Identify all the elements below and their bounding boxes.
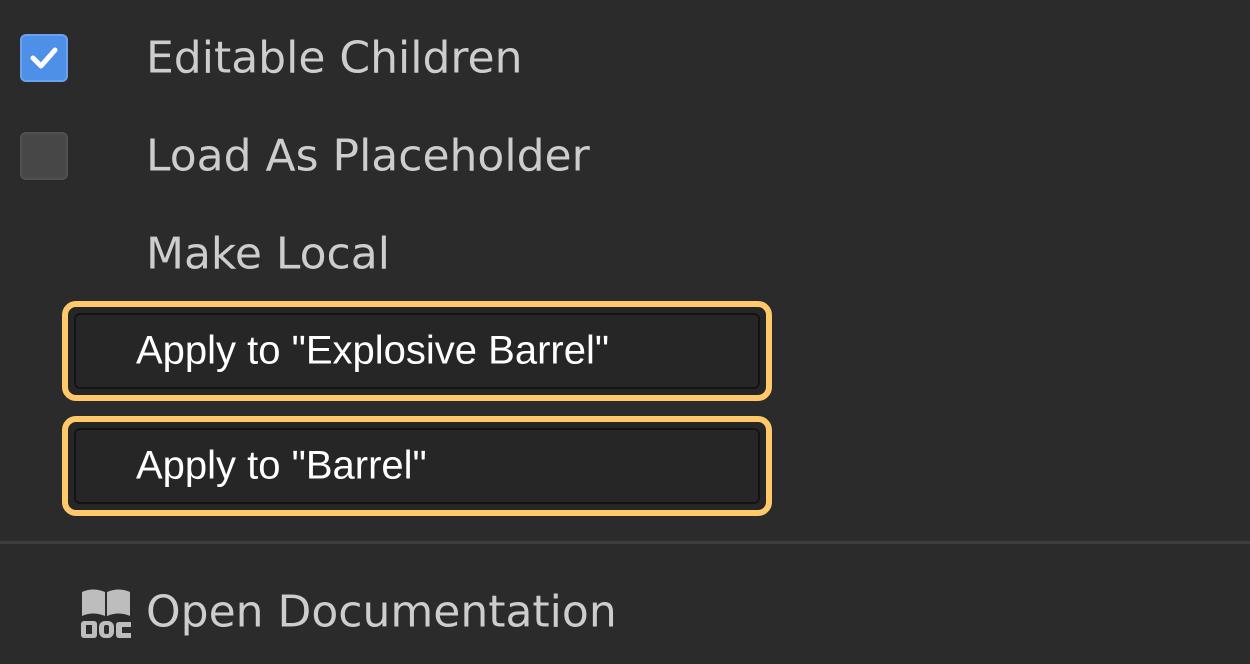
load-as-placeholder-checkbox[interactable]: [20, 132, 68, 180]
menu-separator: [0, 541, 1250, 544]
doc-book-icon: [81, 589, 131, 638]
menu-item-label: Make Local: [146, 228, 390, 280]
menu-item-label: Editable Children: [146, 32, 523, 84]
editable-children-checkbox[interactable]: [20, 34, 68, 82]
menu-item-open-documentation[interactable]: Open Documentation: [0, 564, 1250, 660]
menu-item-label: Load As Placeholder: [146, 130, 590, 182]
menu-item-label: Open Documentation: [146, 586, 617, 638]
menu-item-make-local[interactable]: Make Local: [0, 206, 1250, 302]
menu-item-apply-explosive-barrel[interactable]: Apply to "Explosive Barrel": [62, 301, 772, 401]
menu-item-editable-children[interactable]: Editable Children: [0, 10, 1250, 106]
menu-item-load-as-placeholder[interactable]: Load As Placeholder: [0, 108, 1250, 204]
menu-item-label: Apply to "Barrel": [136, 443, 427, 488]
menu-item-label: Apply to "Explosive Barrel": [136, 328, 610, 373]
context-menu: Editable Children Load As Placeholder Ma…: [0, 0, 1250, 664]
checkmark-icon: [30, 47, 58, 69]
menu-item-apply-barrel[interactable]: Apply to "Barrel": [62, 416, 772, 516]
